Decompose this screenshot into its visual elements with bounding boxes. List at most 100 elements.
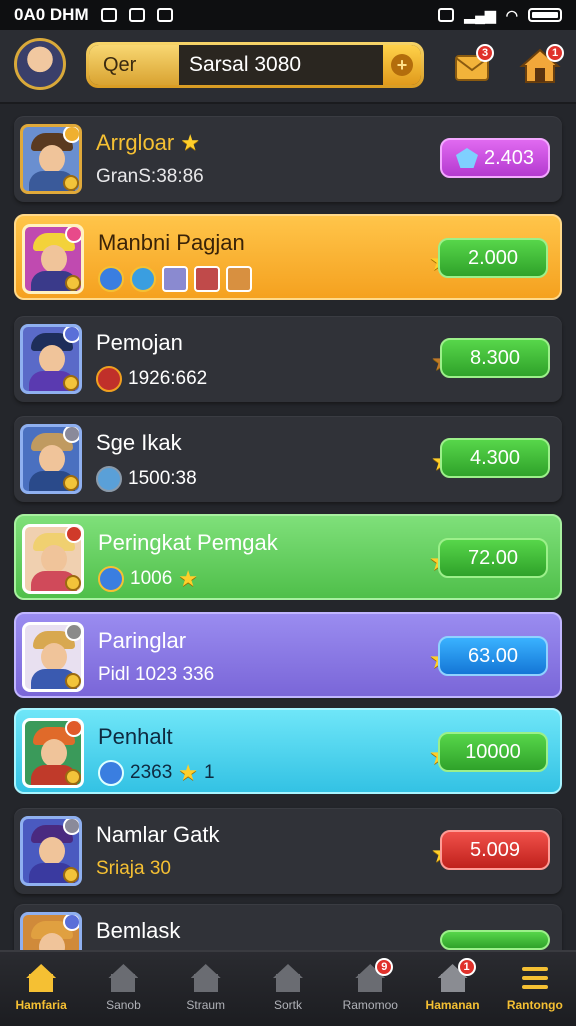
- search-bar[interactable]: Qer Sarsal 3080 +: [86, 42, 424, 88]
- tab-rantongo[interactable]: Rantongo: [494, 952, 576, 1026]
- emblem-icon: [96, 466, 122, 492]
- home-button[interactable]: 1: [518, 44, 564, 88]
- list-item[interactable]: Bemlask: [14, 904, 562, 950]
- tab-label: Rantongo: [506, 998, 563, 1012]
- tab-hamanan[interactable]: 1 Hamanan: [411, 952, 493, 1026]
- home-badge: 1: [546, 44, 564, 62]
- player-name: Penhalt: [98, 724, 173, 749]
- mail-badge: 3: [476, 44, 494, 62]
- player-name: Bemlask: [96, 918, 181, 943]
- score-pill[interactable]: 4.300: [440, 438, 550, 478]
- star-icon: ★: [180, 130, 201, 155]
- score-value: 10000: [465, 740, 521, 763]
- score-pill[interactable]: 5.009: [440, 830, 550, 870]
- sword-icon: [162, 266, 188, 292]
- search-label: Qer: [89, 45, 179, 85]
- home-icon: [26, 964, 57, 992]
- player-name: Peringkat Pemgak: [98, 530, 278, 555]
- status-time: 0A0 DHM: [14, 5, 89, 24]
- house-icon: [108, 964, 139, 992]
- add-button[interactable]: +: [383, 45, 421, 85]
- score-pill[interactable]: 2.403: [440, 138, 550, 178]
- list-item[interactable]: Namlar Gatk Sriaja 30 ★ 5.009: [14, 808, 562, 894]
- player-sub-extra: 1: [204, 762, 215, 783]
- player-sub: 1500:38: [96, 466, 197, 492]
- player-sub-text: 1926:662: [128, 368, 208, 389]
- player-portrait: [22, 524, 84, 594]
- message-icon: [128, 8, 145, 22]
- list-item[interactable]: Arrgloar ★ GranS:38:86 2.403: [14, 116, 562, 202]
- tab-label: Sortk: [273, 998, 302, 1012]
- battery-icon: [528, 8, 562, 22]
- score-value: 72.00: [467, 546, 519, 569]
- tab-hamfaria[interactable]: Hamfaria: [0, 952, 82, 1026]
- leaderboard-list: Arrgloar ★ GranS:38:86 2.403 Manbni Pagj…: [0, 104, 576, 950]
- score-value: 63.00: [467, 644, 519, 667]
- shield-icon: [98, 266, 124, 292]
- status-bar: 0A0 DHM ▂▄▆ ◠: [0, 0, 576, 30]
- score-value: 2.403: [483, 146, 535, 169]
- tab-sanob[interactable]: Sanob: [82, 952, 164, 1026]
- list-item[interactable]: Penhalt 2363 ★ 1 ★ 10000: [14, 708, 562, 794]
- mail-button[interactable]: 3: [450, 44, 494, 88]
- player-portrait: [20, 424, 82, 494]
- emblem-icon: [96, 366, 122, 392]
- menu-icon: [520, 964, 550, 992]
- score-pill[interactable]: 10000: [438, 732, 548, 772]
- app-icon: [156, 8, 173, 22]
- search-input[interactable]: Sarsal 3080: [179, 53, 383, 77]
- star-icon: ★: [178, 566, 199, 591]
- player-name: Paringlar: [98, 628, 187, 653]
- player-name: Pemojan: [96, 330, 183, 355]
- list-item[interactable]: Manbni Pagjan ★ 2.000: [14, 214, 562, 300]
- player-portrait: [20, 816, 82, 886]
- player-sub: Sriaja 30: [96, 858, 171, 879]
- nfc-icon: [438, 8, 455, 22]
- player-name: Namlar Gatk: [96, 822, 220, 847]
- gem-icon: [455, 148, 478, 168]
- cross-icon: [194, 266, 220, 292]
- house-icon: [190, 964, 221, 992]
- player-portrait: [20, 912, 82, 950]
- list-item[interactable]: Peringkat Pemgak 1006 ★ ★ 72.00: [14, 514, 562, 600]
- tab-label: Ramomoo: [342, 998, 398, 1012]
- player-name: Sge Ikak: [96, 430, 182, 455]
- score-value: 5.009: [469, 838, 521, 861]
- notification-icon: [100, 8, 117, 22]
- score-pill[interactable]: 2.000: [438, 238, 548, 278]
- avatar[interactable]: [14, 38, 66, 90]
- emblem-icon: [98, 566, 124, 592]
- player-portrait: [22, 224, 84, 294]
- shield-icon: [130, 266, 156, 292]
- tab-ramomoo[interactable]: 9 Ramomoo: [329, 952, 411, 1026]
- tab-straum[interactable]: Straum: [165, 952, 247, 1026]
- player-sub-text: 1006: [130, 568, 173, 589]
- player-sub-text: 2363: [130, 762, 173, 783]
- score-pill[interactable]: 8.300: [440, 338, 550, 378]
- player-sub-text: 1500:38: [128, 468, 197, 489]
- score-pill[interactable]: 63.00: [438, 636, 548, 676]
- list-item[interactable]: Sge Ikak 1500:38 ★ 4.300: [14, 416, 562, 502]
- tab-badge: 9: [375, 958, 394, 976]
- score-pill[interactable]: [440, 930, 550, 950]
- top-header: Qer Sarsal 3080 + 3 1: [0, 30, 576, 104]
- tab-label: Hamfaria: [15, 998, 67, 1012]
- player-name-text: Arrgloar: [96, 130, 175, 155]
- emblem-icon: [98, 760, 124, 786]
- player-sub: Pidl 1023 336: [98, 664, 215, 685]
- player-sub: 1926:662: [96, 366, 207, 392]
- score-value: 2.000: [467, 246, 519, 269]
- list-item[interactable]: Pemojan 1926:662 ★ 8.300: [14, 316, 562, 402]
- plus-icon: +: [391, 54, 413, 76]
- player-name: Manbni Pagjan: [98, 230, 245, 255]
- score-pill[interactable]: 72.00: [438, 538, 548, 578]
- player-sub: 2363 ★ 1: [98, 760, 215, 786]
- tab-sortk[interactable]: Sortk: [247, 952, 329, 1026]
- list-item[interactable]: Paringlar Pidl 1023 336 ★ 63.00: [14, 612, 562, 698]
- tab-label: Hamanan: [425, 998, 480, 1012]
- scroll-icon: [226, 266, 252, 292]
- score-value: 4.300: [469, 446, 521, 469]
- tab-label: Straum: [186, 998, 226, 1012]
- house-icon: 9: [355, 958, 394, 992]
- tab-label: Sanob: [106, 998, 141, 1012]
